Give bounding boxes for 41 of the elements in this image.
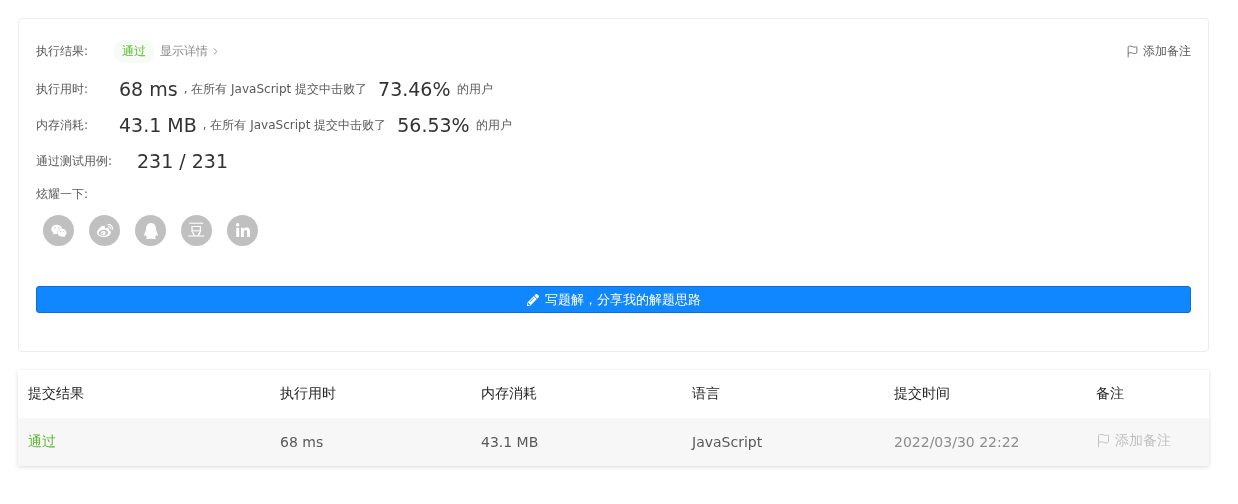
column-header: 提交结果: [28, 385, 85, 403]
details-link[interactable]: 显示详情: [160, 42, 221, 60]
share-button[interactable]: [135, 215, 166, 246]
column-header: 备注: [1096, 385, 1125, 403]
add-note-button[interactable]: 添加备注: [1126, 42, 1191, 60]
column-header: 语言: [692, 385, 721, 403]
table-cell-text: 2022/03/30 22:22: [894, 434, 1021, 450]
share-button[interactable]: 豆: [181, 215, 212, 246]
write-solution-button[interactable]: 写题解，分享我的解题思路: [36, 286, 1191, 313]
stat-suffix: 的用户: [475, 116, 512, 134]
stat-text: , 在所有 JavaScript 提交中击败了: [202, 116, 387, 134]
stat-percent: 73.46%: [378, 78, 451, 100]
stat-value: 68 ms: [119, 78, 178, 100]
pencil-icon: [526, 293, 539, 306]
share-button[interactable]: [227, 215, 258, 246]
table-cell-text: 68 ms: [280, 434, 325, 450]
stat-percent: 56.53%: [397, 114, 470, 136]
column-header: 执行用时: [280, 385, 337, 403]
flag-icon: [1096, 433, 1111, 449]
tests-value: 231 / 231: [137, 150, 228, 172]
penguin-icon: [142, 222, 159, 239]
column-header: 内存消耗: [481, 385, 538, 403]
status-badge: 通过: [114, 39, 154, 63]
share-label: 炫耀一下:: [36, 185, 90, 203]
stat-label: 内存消耗:: [36, 116, 90, 134]
table-cell-text: 43.1 MB: [481, 434, 540, 450]
wechat-icon: [50, 222, 67, 239]
weibo-icon: [96, 222, 113, 239]
linkedin-icon: [234, 222, 251, 239]
tests-label: 通过测试用例:: [36, 152, 114, 170]
flag-icon: [1126, 44, 1139, 58]
stat-label: 执行用时:: [36, 80, 90, 98]
stat-suffix: 的用户: [456, 80, 493, 98]
result-label: 执行结果:: [36, 42, 90, 60]
column-header: 提交时间: [894, 385, 951, 403]
table-cell-text: JavaScript: [692, 434, 764, 450]
status-cell[interactable]: 通过: [28, 433, 280, 451]
stat-value: 43.1 MB: [119, 114, 197, 136]
stat-text: , 在所有 JavaScript 提交中击败了: [183, 80, 368, 98]
share-button[interactable]: [43, 215, 74, 246]
share-button[interactable]: [89, 215, 120, 246]
